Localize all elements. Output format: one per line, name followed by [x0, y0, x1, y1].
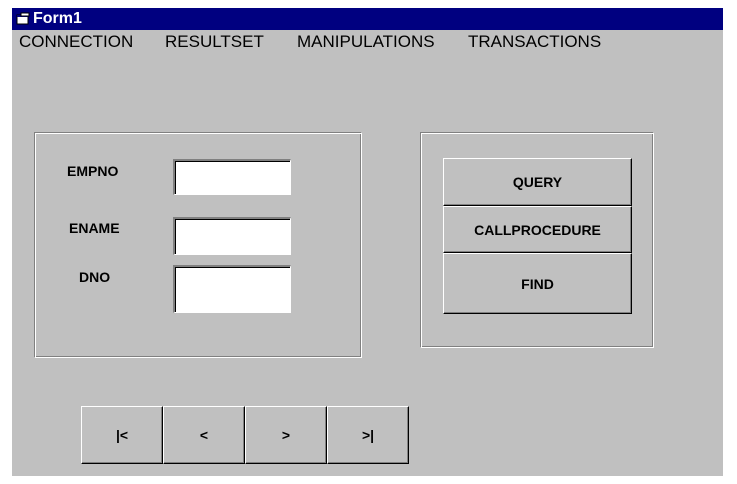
next-record-button[interactable]: > [245, 406, 327, 464]
empno-input[interactable] [173, 159, 291, 195]
ename-label: ENAME [69, 220, 120, 236]
last-record-button[interactable]: >| [327, 406, 409, 464]
menu-bar: CONNECTION RESULTSET MANIPULATIONS TRANS… [12, 30, 723, 54]
form-icon [16, 12, 30, 25]
dno-input[interactable] [173, 265, 291, 313]
empno-label: EMPNO [67, 163, 119, 179]
menu-connection[interactable]: CONNECTION [19, 32, 133, 52]
first-record-button[interactable]: |< [81, 406, 163, 464]
menu-transactions[interactable]: TRANSACTIONS [468, 32, 601, 52]
title-bar[interactable]: Form1 [12, 8, 723, 30]
query-button[interactable]: QUERY [443, 158, 632, 206]
menu-manipulations[interactable]: MANIPULATIONS [297, 32, 435, 52]
callprocedure-button[interactable]: CALLPROCEDURE [443, 206, 632, 253]
ename-input[interactable] [173, 217, 291, 255]
previous-record-button[interactable]: < [163, 406, 245, 464]
form-window: Form1 CONNECTION RESULTSET MANIPULATIONS… [12, 8, 723, 476]
dno-label: DNO [79, 269, 111, 285]
find-button[interactable]: FIND [443, 253, 632, 314]
window-title: Form1 [33, 10, 82, 27]
menu-resultset[interactable]: RESULTSET [165, 32, 264, 52]
